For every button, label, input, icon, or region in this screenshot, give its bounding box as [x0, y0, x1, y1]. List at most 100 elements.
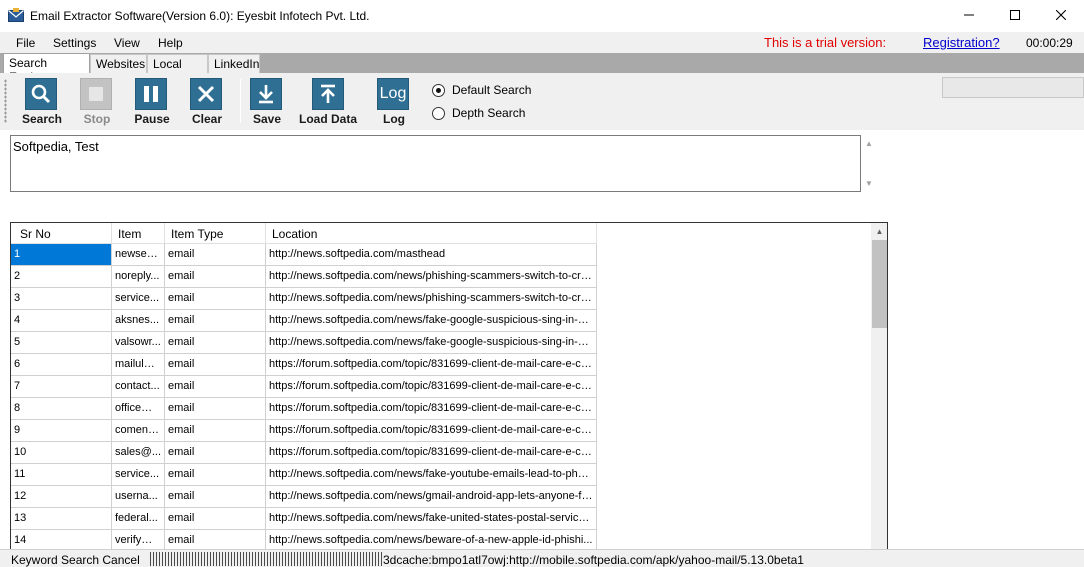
column-header-item-type[interactable]: Item Type: [165, 223, 266, 244]
table-row[interactable]: 4 aksnes... email http://news.softpedia.com…: [11, 310, 597, 332]
save-button[interactable]: Save: [237, 76, 297, 128]
column-header-item[interactable]: Item: [112, 223, 165, 244]
pause-button[interactable]: Pause: [122, 76, 182, 128]
table-row[interactable]: 11 service... email http://news.softpedia.c…: [11, 464, 597, 486]
cell-sr-no[interactable]: 12: [11, 486, 112, 508]
cell-sr-no[interactable]: 10: [11, 442, 112, 464]
cell-item-type[interactable]: email: [165, 464, 266, 486]
table-row[interactable]: 10 sales@... email https://forum.softpedia.…: [11, 442, 597, 464]
cell-item-type[interactable]: email: [165, 354, 266, 376]
cell-sr-no[interactable]: 8: [11, 398, 112, 420]
cell-sr-no[interactable]: 2: [11, 266, 112, 288]
cell-item[interactable]: newsed...: [112, 244, 165, 266]
cell-sr-no[interactable]: 11: [11, 464, 112, 486]
cell-item[interactable]: noreply...: [112, 266, 165, 288]
cell-location[interactable]: http://news.softpedia.com/news/fake-unit…: [266, 508, 597, 530]
scrollbar-thumb[interactable]: [872, 240, 887, 328]
cell-item-type[interactable]: email: [165, 442, 266, 464]
menu-help[interactable]: Help: [158, 36, 183, 50]
table-row[interactable]: 5 valsowr... email http://news.softpedia.co…: [11, 332, 597, 354]
menu-file[interactable]: File: [16, 36, 35, 50]
registration-link[interactable]: Registration?: [923, 35, 1000, 50]
cell-item[interactable]: aksnes...: [112, 310, 165, 332]
cell-item[interactable]: office@...: [112, 398, 165, 420]
cell-sr-no[interactable]: 4: [11, 310, 112, 332]
keywords-scrollbar[interactable]: ▲ ▼: [862, 135, 878, 192]
cell-item-type[interactable]: email: [165, 310, 266, 332]
stop-button[interactable]: Stop: [67, 76, 127, 128]
cell-item[interactable]: userna...: [112, 486, 165, 508]
tab-linkedin[interactable]: LinkedIn: [208, 54, 260, 73]
cell-item-type[interactable]: email: [165, 266, 266, 288]
cell-item[interactable]: sales@...: [112, 442, 165, 464]
cell-item[interactable]: service...: [112, 464, 165, 486]
cell-item[interactable]: contact...: [112, 376, 165, 398]
cell-item[interactable]: federal...: [112, 508, 165, 530]
cell-sr-no[interactable]: 5: [11, 332, 112, 354]
tab-local-files[interactable]: Local Files: [147, 54, 208, 85]
clear-button[interactable]: Clear: [177, 76, 237, 128]
scroll-up-icon[interactable]: ▲: [865, 139, 873, 148]
table-row[interactable]: 2 noreply... email http://news.softpedia.co…: [11, 266, 597, 288]
grid-scrollbar[interactable]: ▲: [871, 223, 887, 551]
cell-item-type[interactable]: email: [165, 398, 266, 420]
cell-sr-no[interactable]: 13: [11, 508, 112, 530]
menu-view[interactable]: View: [114, 36, 140, 50]
table-row[interactable]: 9 comenz... email https://forum.softpedia.c…: [11, 420, 597, 442]
cell-item[interactable]: valsowr...: [112, 332, 165, 354]
cell-location[interactable]: https://forum.softpedia.com/topic/831699…: [266, 442, 597, 464]
cell-item-type[interactable]: email: [165, 332, 266, 354]
search-button[interactable]: Search: [12, 76, 72, 128]
default-search-option[interactable]: Default Search: [432, 83, 531, 97]
table-row[interactable]: 12 userna... email http://news.softpedia.co…: [11, 486, 597, 508]
radio-default-search[interactable]: [432, 83, 445, 97]
cell-sr-no[interactable]: 3: [11, 288, 112, 310]
tab-search-engines[interactable]: Search Engines: [3, 53, 90, 84]
cell-location[interactable]: http://news.softpedia.com/news/phishing-…: [266, 288, 597, 310]
cell-item-type[interactable]: email: [165, 244, 266, 266]
cell-item[interactable]: mailulm...: [112, 354, 165, 376]
minimize-button[interactable]: [946, 0, 992, 30]
keywords-input[interactable]: Softpedia, Test: [10, 135, 861, 192]
cell-sr-no[interactable]: 7: [11, 376, 112, 398]
depth-search-option[interactable]: Depth Search: [432, 106, 525, 120]
load-data-button[interactable]: Load Data: [297, 76, 359, 128]
cell-item-type[interactable]: email: [165, 420, 266, 442]
cell-sr-no[interactable]: 1: [11, 244, 112, 266]
cell-location[interactable]: http://news.softpedia.com/news/fake-goog…: [266, 310, 597, 332]
column-header-location[interactable]: Location: [266, 223, 597, 244]
table-row[interactable]: 8 office@... email https://forum.softpedia.…: [11, 398, 597, 420]
table-row[interactable]: 13 federal... email http://news.softpedia.c…: [11, 508, 597, 530]
scroll-up-icon[interactable]: ▲: [871, 223, 887, 240]
cell-sr-no[interactable]: 9: [11, 420, 112, 442]
cell-item-type[interactable]: email: [165, 376, 266, 398]
cell-location[interactable]: https://forum.softpedia.com/topic/831699…: [266, 420, 597, 442]
table-row[interactable]: 3 service... email http://news.softpedia.co…: [11, 288, 597, 310]
cell-item-type[interactable]: email: [165, 508, 266, 530]
cell-location[interactable]: https://forum.softpedia.com/topic/831699…: [266, 354, 597, 376]
cell-sr-no[interactable]: 6: [11, 354, 112, 376]
cell-location[interactable]: http://news.softpedia.com/masthead: [266, 244, 597, 266]
radio-depth-search[interactable]: [432, 106, 445, 120]
scroll-down-icon[interactable]: ▼: [865, 179, 873, 188]
cell-location[interactable]: http://news.softpedia.com/news/gmail-and…: [266, 486, 597, 508]
cell-location[interactable]: http://news.softpedia.com/news/fake-goog…: [266, 332, 597, 354]
column-header-sr-no[interactable]: Sr No: [11, 223, 112, 244]
cell-location[interactable]: http://news.softpedia.com/news/fake-yout…: [266, 464, 597, 486]
log-button[interactable]: Log Log: [364, 76, 424, 128]
table-row[interactable]: 1 newsed... email http://news.softpedia.com…: [11, 244, 597, 266]
table-row[interactable]: 7 contact... email https://forum.softpedia.…: [11, 376, 597, 398]
toolbar-grip[interactable]: [4, 79, 7, 123]
cell-item-type[interactable]: email: [165, 486, 266, 508]
cell-location[interactable]: https://forum.softpedia.com/topic/831699…: [266, 398, 597, 420]
cell-item[interactable]: service...: [112, 288, 165, 310]
cell-item[interactable]: comenz...: [112, 420, 165, 442]
maximize-button[interactable]: [992, 0, 1038, 30]
cell-item-type[interactable]: email: [165, 288, 266, 310]
tab-websites[interactable]: Websites: [90, 54, 147, 73]
close-button[interactable]: [1038, 0, 1084, 30]
cell-location[interactable]: http://news.softpedia.com/news/phishing-…: [266, 266, 597, 288]
table-row[interactable]: 6 mailulm... email https://forum.softpedia.…: [11, 354, 597, 376]
cell-location[interactable]: https://forum.softpedia.com/topic/831699…: [266, 376, 597, 398]
menu-settings[interactable]: Settings: [53, 36, 96, 50]
